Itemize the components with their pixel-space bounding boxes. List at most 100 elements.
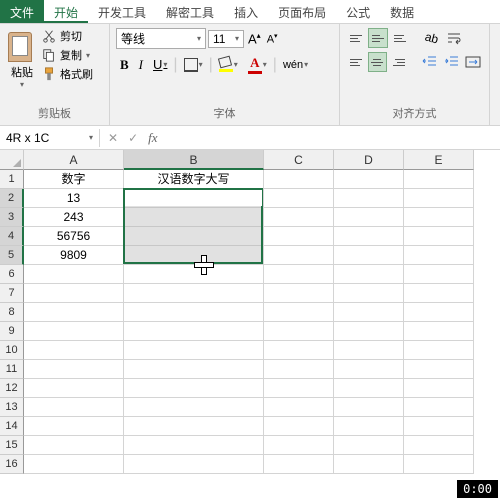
col-header-A[interactable]: A xyxy=(24,150,124,170)
cell-B13[interactable] xyxy=(124,398,264,417)
cell-C6[interactable] xyxy=(264,265,334,284)
cell-B11[interactable] xyxy=(124,360,264,379)
border-button[interactable]: ▾ xyxy=(180,56,207,74)
cell-B8[interactable] xyxy=(124,303,264,322)
cell-D11[interactable] xyxy=(334,360,404,379)
row-header-9[interactable]: 9 xyxy=(0,322,24,341)
cell-D16[interactable] xyxy=(334,455,404,474)
cell-A7[interactable] xyxy=(24,284,124,303)
phonetic-button[interactable]: wén▾ xyxy=(279,57,312,73)
row-header-14[interactable]: 14 xyxy=(0,417,24,436)
cell-A4[interactable]: 56756 xyxy=(24,227,124,246)
fx-icon[interactable]: fx xyxy=(148,130,157,146)
align-middle-button[interactable] xyxy=(368,28,388,48)
cell-C12[interactable] xyxy=(264,379,334,398)
cell-B12[interactable] xyxy=(124,379,264,398)
fill-color-button[interactable]: ▾ xyxy=(215,55,242,74)
cell-C2[interactable] xyxy=(264,189,334,208)
row-header-8[interactable]: 8 xyxy=(0,303,24,322)
cell-D3[interactable] xyxy=(334,208,404,227)
cell-A3[interactable]: 243 xyxy=(24,208,124,227)
cell-E13[interactable] xyxy=(404,398,474,417)
cell-C14[interactable] xyxy=(264,417,334,436)
cell-A14[interactable] xyxy=(24,417,124,436)
cell-C8[interactable] xyxy=(264,303,334,322)
orientation-button[interactable]: ab xyxy=(422,28,442,48)
cell-C10[interactable] xyxy=(264,341,334,360)
row-header-3[interactable]: 3 xyxy=(0,208,24,227)
cell-A12[interactable] xyxy=(24,379,124,398)
font-color-button[interactable]: A▾ xyxy=(244,53,271,76)
cell-B16[interactable] xyxy=(124,455,264,474)
tab-3[interactable]: 插入 xyxy=(224,0,268,23)
cell-B9[interactable] xyxy=(124,322,264,341)
cell-B6[interactable] xyxy=(124,265,264,284)
row-header-5[interactable]: 5 xyxy=(0,246,24,265)
cell-E16[interactable] xyxy=(404,455,474,474)
cell-A15[interactable] xyxy=(24,436,124,455)
cell-D15[interactable] xyxy=(334,436,404,455)
cell-B7[interactable] xyxy=(124,284,264,303)
cell-E11[interactable] xyxy=(404,360,474,379)
cell-D7[interactable] xyxy=(334,284,404,303)
font-size-select[interactable]: 11▾ xyxy=(208,30,244,48)
cell-E14[interactable] xyxy=(404,417,474,436)
cell-D5[interactable] xyxy=(334,246,404,265)
cell-E2[interactable] xyxy=(404,189,474,208)
align-top-button[interactable] xyxy=(346,28,366,48)
tab-2[interactable]: 解密工具 xyxy=(156,0,224,23)
cell-D14[interactable] xyxy=(334,417,404,436)
wrap-text-button[interactable] xyxy=(444,28,464,48)
cell-A9[interactable] xyxy=(24,322,124,341)
cell-A10[interactable] xyxy=(24,341,124,360)
format-painter-button[interactable]: 格式刷 xyxy=(42,66,93,82)
cell-D6[interactable] xyxy=(334,265,404,284)
row-header-12[interactable]: 12 xyxy=(0,379,24,398)
cell-E1[interactable] xyxy=(404,170,474,189)
cell-B14[interactable] xyxy=(124,417,264,436)
decrease-indent-button[interactable] xyxy=(420,52,440,72)
cell-B2[interactable] xyxy=(124,189,264,208)
cell-C7[interactable] xyxy=(264,284,334,303)
col-header-D[interactable]: D xyxy=(334,150,404,170)
tab-1[interactable]: 开发工具 xyxy=(88,0,156,23)
cell-E8[interactable] xyxy=(404,303,474,322)
italic-button[interactable]: I xyxy=(135,55,147,75)
cell-A11[interactable] xyxy=(24,360,124,379)
col-header-C[interactable]: C xyxy=(264,150,334,170)
align-center-button[interactable] xyxy=(368,52,388,72)
cell-D9[interactable] xyxy=(334,322,404,341)
cell-B10[interactable] xyxy=(124,341,264,360)
increase-indent-button[interactable] xyxy=(442,52,462,72)
cut-button[interactable]: 剪切 xyxy=(42,28,93,44)
cell-C4[interactable] xyxy=(264,227,334,246)
align-right-button[interactable] xyxy=(389,52,409,72)
name-box[interactable]: 4R x 1C▾ xyxy=(0,129,100,147)
align-bottom-button[interactable] xyxy=(390,28,410,48)
cell-A16[interactable] xyxy=(24,455,124,474)
cell-A13[interactable] xyxy=(24,398,124,417)
copy-button[interactable]: 复制▾ xyxy=(42,47,93,63)
cell-A1[interactable]: 数字 xyxy=(24,170,124,189)
cell-C15[interactable] xyxy=(264,436,334,455)
cell-B3[interactable] xyxy=(124,208,264,227)
cell-E7[interactable] xyxy=(404,284,474,303)
cell-C1[interactable] xyxy=(264,170,334,189)
cell-D12[interactable] xyxy=(334,379,404,398)
merge-button[interactable] xyxy=(463,52,483,72)
cell-D4[interactable] xyxy=(334,227,404,246)
cell-A5[interactable]: 9809 xyxy=(24,246,124,265)
cell-D13[interactable] xyxy=(334,398,404,417)
row-header-2[interactable]: 2 xyxy=(0,189,24,208)
row-header-4[interactable]: 4 xyxy=(0,227,24,246)
cell-B15[interactable] xyxy=(124,436,264,455)
underline-button[interactable]: U▾ xyxy=(149,55,171,74)
cell-C11[interactable] xyxy=(264,360,334,379)
tab-file[interactable]: 文件 xyxy=(0,0,44,23)
cell-B5[interactable] xyxy=(124,246,264,265)
cell-C16[interactable] xyxy=(264,455,334,474)
cell-D2[interactable] xyxy=(334,189,404,208)
align-left-button[interactable] xyxy=(346,52,366,72)
bold-button[interactable]: B xyxy=(116,55,133,75)
increase-font-icon[interactable]: A▴ xyxy=(246,31,263,46)
